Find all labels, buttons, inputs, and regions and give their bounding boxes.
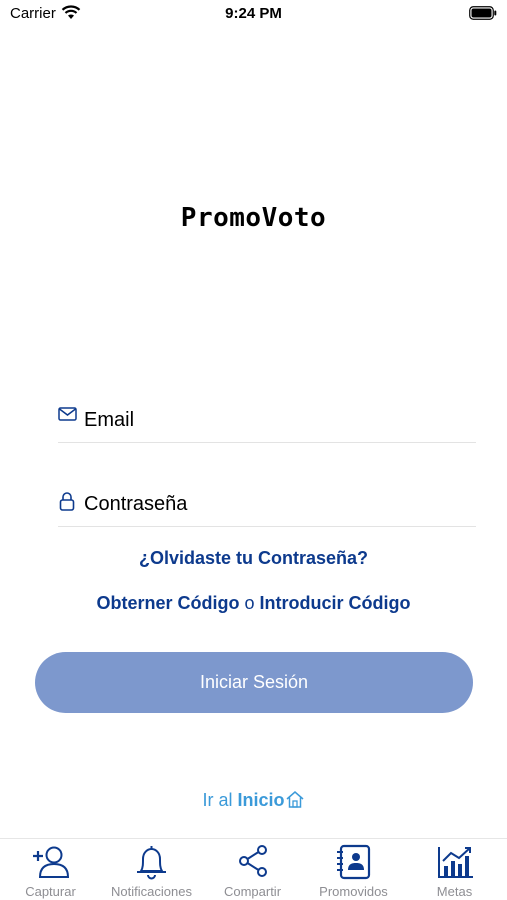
forgot-password-row: ¿Olvidaste tu Contraseña? xyxy=(0,548,507,569)
mail-icon xyxy=(58,407,77,421)
lock-icon xyxy=(59,492,75,511)
clock: 9:24 PM xyxy=(225,5,282,22)
email-input[interactable] xyxy=(84,405,474,435)
tab-capturar[interactable]: Capturar xyxy=(0,839,101,900)
forgot-password-link[interactable]: ¿Olvidaste tu Contraseña? xyxy=(139,548,368,568)
password-input[interactable] xyxy=(84,489,474,519)
home-icon xyxy=(286,791,304,808)
email-field[interactable] xyxy=(58,403,476,443)
tab-bar: Capturar Notificaciones Compartir Promov… xyxy=(0,838,507,900)
enter-code-link[interactable]: Introducir Código xyxy=(260,593,411,613)
tab-label: Compartir xyxy=(223,884,282,899)
login-button[interactable]: Iniciar Sesión xyxy=(35,652,473,713)
chart-icon xyxy=(438,847,473,878)
app-logo: PromoVoto xyxy=(180,203,327,233)
share-icon xyxy=(239,845,267,877)
tab-notificaciones[interactable]: Notificaciones xyxy=(101,839,202,900)
tab-compartir[interactable]: Compartir xyxy=(202,839,303,900)
home-link[interactable]: Ir al Inicio xyxy=(0,790,507,811)
tab-label: Metas xyxy=(436,884,473,899)
tab-label: Capturar xyxy=(25,884,76,899)
password-field[interactable] xyxy=(58,487,476,527)
or-text: o xyxy=(244,593,255,613)
status-bar: Carrier 9:24 PM xyxy=(0,0,507,28)
code-links-row: Obterner Código o Introducir Código xyxy=(0,593,507,614)
home-link-label: Inicio xyxy=(237,790,285,810)
contacts-book-icon xyxy=(337,844,371,880)
tab-label: Promovidos xyxy=(319,884,388,899)
add-person-icon xyxy=(33,846,70,878)
home-link-prefix: Ir al xyxy=(202,790,233,810)
bell-icon xyxy=(137,846,166,880)
tab-promovidos[interactable]: Promovidos xyxy=(303,839,404,900)
tab-label: Notificaciones xyxy=(111,884,192,899)
battery-icon xyxy=(469,6,497,20)
tab-metas[interactable]: Metas xyxy=(404,839,505,900)
get-code-link[interactable]: Obterner Código xyxy=(96,593,239,613)
